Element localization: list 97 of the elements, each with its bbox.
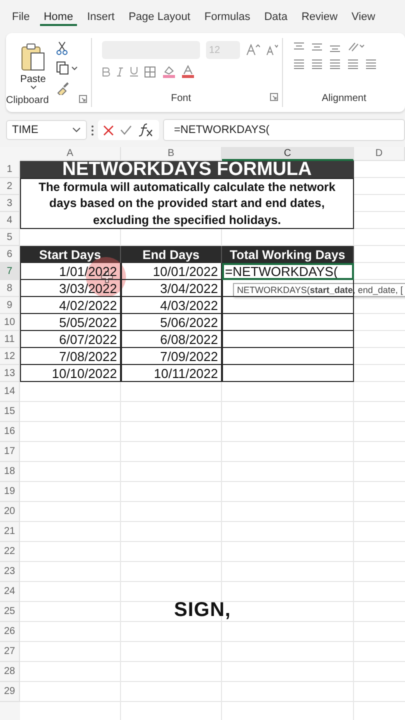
- group-label: Clipboard: [6, 95, 49, 107]
- row-header[interactable]: 18: [0, 462, 20, 482]
- row-header[interactable]: 11: [0, 331, 20, 348]
- table-cell: 4/03/2022: [121, 297, 222, 314]
- row-header[interactable]: 6: [0, 246, 20, 263]
- row-header[interactable]: 1: [0, 161, 20, 178]
- column-header[interactable]: B: [121, 147, 222, 161]
- formula-field[interactable]: =NETWORKDAYS(: [163, 119, 405, 141]
- table-cell: 10/11/2022: [121, 365, 222, 382]
- shrink-font-icon[interactable]: [266, 44, 278, 56]
- table-cell: 10/10/2022: [20, 365, 121, 382]
- table-cell: 10/01/2022: [121, 263, 222, 280]
- table-cell: 6/08/2022: [121, 331, 222, 348]
- table-cell: 7/08/2022: [20, 348, 121, 365]
- row-header[interactable]: 19: [0, 482, 20, 502]
- bold-icon[interactable]: [102, 66, 110, 76]
- ribbon-tab[interactable]: Insert: [83, 7, 119, 26]
- row-header[interactable]: 23: [0, 562, 20, 582]
- orientation-icon[interactable]: [347, 41, 365, 52]
- paste-button[interactable]: Paste: [20, 74, 46, 85]
- cancel-icon[interactable]: [103, 124, 114, 136]
- ribbon-tab[interactable]: View: [348, 7, 380, 26]
- row-header[interactable]: 3: [0, 195, 20, 212]
- font-color-icon[interactable]: [182, 65, 194, 78]
- table-cell: 5/06/2022: [121, 314, 222, 331]
- row-header[interactable]: 25: [0, 602, 20, 622]
- row-header[interactable]: 13: [0, 365, 20, 382]
- ribbon-tab[interactable]: File: [8, 7, 34, 26]
- group-label: Alignment: [322, 93, 366, 104]
- fill-color-icon[interactable]: [162, 65, 176, 78]
- check-icon[interactable]: [120, 125, 132, 135]
- row-header[interactable]: 9: [0, 297, 20, 314]
- table-cell: 6/07/2022: [20, 331, 121, 348]
- italic-icon[interactable]: [116, 66, 124, 76]
- column-header[interactable]: C: [222, 147, 354, 161]
- ribbon-tab[interactable]: Data: [260, 7, 292, 26]
- ribbon-tab[interactable]: Formulas: [200, 7, 254, 26]
- clipboard-icon[interactable]: [20, 42, 46, 72]
- row-header[interactable]: 4: [0, 212, 20, 229]
- row-header[interactable]: 27: [0, 642, 20, 662]
- row-header[interactable]: 14: [0, 382, 20, 402]
- name-box-text: TIME: [12, 124, 38, 136]
- row-header[interactable]: 26: [0, 622, 20, 642]
- video-caption: SIGN,: [174, 599, 231, 622]
- column-heading: End Days: [121, 246, 222, 263]
- caret-icon[interactable]: [30, 85, 36, 90]
- underline-icon[interactable]: [130, 66, 138, 77]
- align-right-icon[interactable]: [329, 58, 341, 69]
- table-cell: 3/03/2022: [20, 280, 121, 297]
- align-center-icon[interactable]: [311, 58, 323, 69]
- borders-icon[interactable]: [144, 66, 156, 78]
- row-header[interactable]: 15: [0, 402, 20, 422]
- row-header[interactable]: 10: [0, 314, 20, 331]
- ribbon-tab[interactable]: Page Layout: [124, 7, 194, 26]
- column-header[interactable]: D: [354, 147, 405, 161]
- copy-icon[interactable]: [56, 61, 78, 75]
- chevron-down-icon[interactable]: [72, 127, 81, 133]
- row-header[interactable]: 7: [0, 263, 20, 280]
- description-text: The formula will automatically calculate the network days based on the provided start and end dates, excluding the specified holidays.: [20, 178, 354, 229]
- increase-indent-icon[interactable]: [365, 58, 377, 69]
- row-header[interactable]: 5: [0, 229, 20, 246]
- more-icon[interactable]: [91, 124, 94, 136]
- row-header[interactable]: 28: [0, 662, 20, 682]
- row-header[interactable]: 29: [0, 682, 20, 702]
- name-box[interactable]: TIME: [6, 120, 87, 140]
- scissors-icon[interactable]: [56, 41, 68, 55]
- decrease-indent-icon[interactable]: [347, 58, 359, 69]
- row-header[interactable]: 16: [0, 422, 20, 442]
- column-heading: Total Working Days: [222, 246, 354, 263]
- row-header[interactable]: 2: [0, 178, 20, 195]
- table-cell: 4/02/2022: [20, 297, 121, 314]
- group-label: Font: [171, 93, 192, 106]
- ribbon-tab[interactable]: Review: [297, 7, 342, 26]
- table-cell: 3/04/2022: [121, 280, 222, 297]
- column-header[interactable]: A: [20, 147, 121, 161]
- row-header[interactable]: 20: [0, 502, 20, 522]
- ribbon-tab[interactable]: Home: [40, 7, 78, 26]
- dialog-launcher-icon[interactable]: [79, 95, 87, 103]
- row-header[interactable]: 8: [0, 280, 20, 297]
- row-header[interactable]: 22: [0, 542, 20, 562]
- grow-font-icon[interactable]: [246, 44, 260, 56]
- column-heading: Start Days: [20, 246, 121, 263]
- function-icon[interactable]: [138, 123, 154, 137]
- dialog-launcher-icon[interactable]: [270, 93, 278, 101]
- sheet-title: NETWORKDAYS FORMULA: [20, 161, 354, 178]
- align-left-icon[interactable]: [293, 58, 305, 69]
- row-header[interactable]: 12: [0, 348, 20, 365]
- align-middle-icon[interactable]: [311, 41, 323, 52]
- table-cell: 7/09/2022: [121, 348, 222, 365]
- row-header[interactable]: 21: [0, 522, 20, 542]
- table-cell: 5/05/2022: [20, 314, 121, 331]
- align-top-icon[interactable]: [293, 41, 305, 52]
- row-header[interactable]: 17: [0, 442, 20, 462]
- brush-icon[interactable]: [56, 81, 70, 95]
- table-cell: 1/01/2022: [20, 263, 121, 280]
- formula-cell[interactable]: =NETWORKDAYS(: [222, 263, 354, 280]
- row-header[interactable]: 24: [0, 582, 20, 602]
